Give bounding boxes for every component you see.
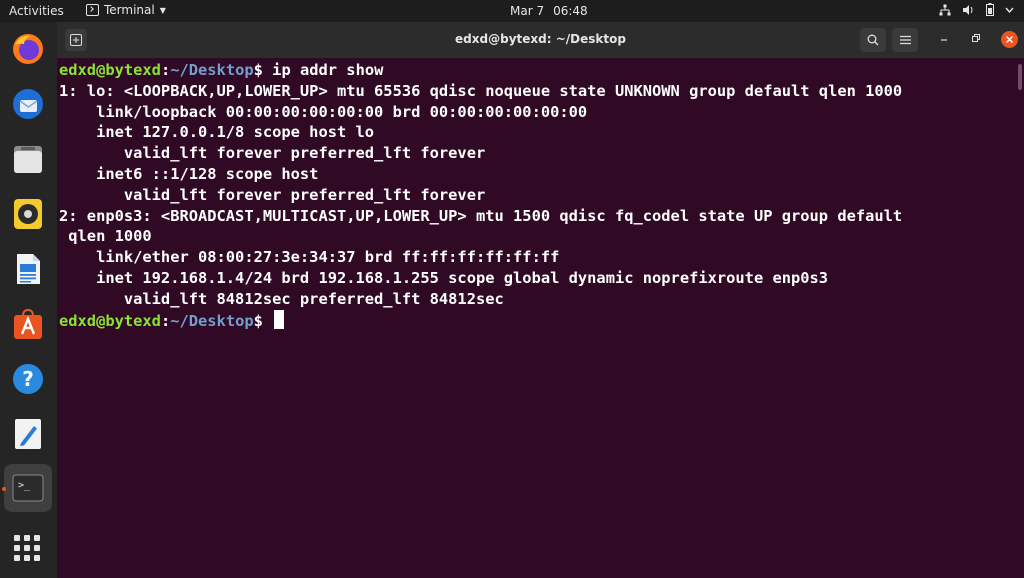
output-line: inet6 ::1/128 scope host — [59, 164, 319, 183]
terminal-output[interactable]: edxd@bytexd:~/Desktop$ ip addr show 1: l… — [57, 58, 1014, 578]
menu-button[interactable] — [892, 28, 918, 52]
output-line: inet 192.168.1.4/24 brd 192.168.1.255 sc… — [59, 268, 829, 287]
hamburger-icon — [899, 35, 911, 45]
speaker-icon — [14, 199, 42, 229]
output-line: valid_lft 84812sec preferred_lft 84812se… — [59, 289, 504, 308]
dock-item-thunderbird[interactable] — [7, 83, 49, 125]
clock[interactable]: Mar 7 06:48 — [510, 4, 588, 18]
system-tray[interactable] — [939, 3, 1014, 16]
minimize-icon — [941, 39, 947, 41]
minimize-button[interactable] — [936, 32, 952, 45]
dock-item-files[interactable] — [7, 138, 49, 180]
prompt-user-host: edxd@bytexd — [59, 61, 161, 79]
output-line: valid_lft forever preferred_lft forever — [59, 144, 486, 163]
output-line: inet 127.0.0.1/8 scope host lo — [59, 123, 375, 142]
clock-time: 06:48 — [553, 4, 588, 18]
folder-icon — [14, 146, 42, 173]
running-indicator — [2, 487, 6, 491]
app-menu[interactable]: Terminal ▼ — [86, 3, 166, 17]
terminal-titlebar: edxd@bytexd: ~/Desktop — [57, 22, 1024, 58]
scrollbar[interactable] — [1014, 58, 1024, 578]
command-text: ip addr show — [262, 61, 384, 79]
chevron-down-icon — [1005, 7, 1014, 13]
document-icon — [17, 254, 40, 284]
search-icon — [867, 34, 879, 46]
dock-item-help[interactable]: ? — [7, 358, 49, 400]
search-button[interactable] — [860, 28, 886, 52]
output-line: link/ether 08:00:27:3e:34:37 brd ff:ff:f… — [59, 248, 560, 267]
text-editor-icon — [15, 419, 41, 449]
output-line: valid_lft forever preferred_lft forever — [59, 185, 486, 204]
dock-item-firefox[interactable] — [7, 28, 49, 70]
dock: ? >_ — [0, 22, 57, 578]
top-bar: Activities Terminal ▼ Mar 7 06:48 — [0, 0, 1024, 22]
activities-button[interactable]: Activities — [9, 4, 64, 18]
output-line: qlen 1000 — [59, 227, 152, 246]
dock-item-terminal[interactable]: >_ — [4, 464, 52, 512]
dock-item-software[interactable] — [7, 303, 49, 345]
dock-item-rhythmbox[interactable] — [7, 193, 49, 235]
text-cursor — [274, 309, 285, 329]
output-line: link/loopback 00:00:00:00:00:00 brd 00:0… — [59, 102, 588, 121]
svg-text:?: ? — [22, 367, 34, 391]
output-line: 1: lo: <LOOPBACK,UP,LOWER_UP> mtu 65536 … — [59, 81, 903, 100]
terminal-text: edxd@bytexd:~/Desktop$ ip addr show 1: l… — [59, 61, 903, 330]
thunderbird-icon — [13, 89, 43, 119]
restore-icon — [972, 34, 980, 42]
show-applications-icon[interactable] — [14, 535, 40, 561]
close-icon — [1006, 36, 1013, 43]
network-icon — [939, 4, 951, 15]
help-icon: ? — [13, 364, 43, 394]
caret-down-icon: ▼ — [159, 5, 166, 15]
terminal-icon — [86, 4, 99, 16]
dock-item-text-editor[interactable] — [7, 413, 49, 455]
close-button[interactable] — [1001, 31, 1018, 48]
dock-item-writer[interactable] — [7, 248, 49, 290]
terminal-icon: >_ — [12, 474, 44, 502]
output-line: 2: enp0s3: <BROADCAST,MULTICAST,UP,LOWER… — [59, 206, 903, 225]
firefox-icon — [13, 34, 43, 64]
clock-date: Mar 7 — [510, 4, 545, 18]
app-menu-label: Terminal — [104, 3, 155, 17]
prompt-user-host: edxd@bytexd — [59, 311, 161, 330]
prompt-path: ~/Desktop — [170, 311, 254, 330]
prompt-path: ~/Desktop — [170, 61, 254, 79]
volume-icon — [963, 4, 973, 15]
scrollbar-thumb[interactable] — [1018, 64, 1022, 90]
maximize-button[interactable] — [968, 32, 984, 45]
shopping-bag-icon — [14, 308, 42, 339]
battery-icon — [986, 3, 994, 16]
svg-text:>_: >_ — [18, 480, 31, 491]
